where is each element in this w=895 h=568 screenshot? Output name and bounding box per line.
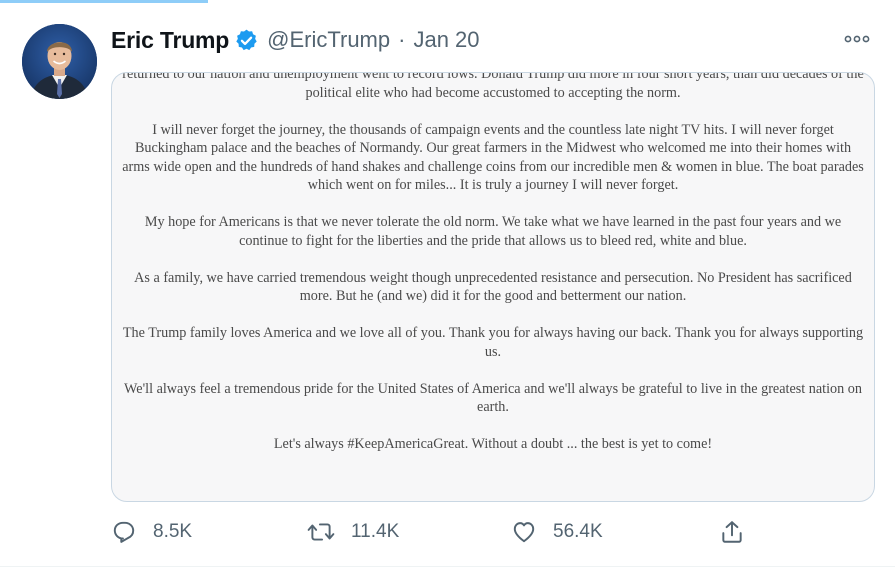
letter-paragraph: As a family, we have carried tremendous … [134,269,852,305]
tweet-header: Eric Trump @EricTrump · Jan 20 [111,24,480,56]
retweet-button[interactable]: 11.4K [307,512,399,552]
letter-paragraph: returned to our nation and unemployment … [122,72,864,101]
retweet-icon [307,523,335,541]
display-name[interactable]: Eric Trump [111,27,229,54]
tweet[interactable]: Eric Trump @EricTrump · Jan 20 returned … [0,0,895,568]
reply-icon [113,521,135,543]
share-icon [722,521,742,543]
reply-button[interactable]: 8.5K [111,512,192,552]
retweet-count: 11.4K [351,521,400,542]
like-button[interactable]: 56.4K [511,512,603,552]
reply-count: 8.5K [153,521,193,542]
tweet-image[interactable]: returned to our nation and unemployment … [111,72,875,502]
letter-paragraph: I will never forget the journey, the tho… [122,121,864,194]
tweet-divider [0,566,895,567]
tweet-actions: 8.5K 11.4K 56.4K [111,512,873,552]
like-count: 56.4K [553,521,603,542]
letter-paragraph: Let's always #KeepAmericaGreat. Without … [273,436,713,452]
tweet-page: Eric Trump @EricTrump · Jan 20 returned … [0,0,895,568]
letter-text: returned to our nation and unemployment … [122,73,864,472]
letter-paragraph: The Trump family loves America and we lo… [122,325,864,360]
more-options-button[interactable] [842,30,872,48]
avatar-image [22,24,97,99]
tweet-date[interactable]: Jan 20 [413,27,479,53]
header-separator: · [398,27,406,52]
letter-paragraph: We'll always feel a tremendous pride for… [124,380,862,416]
avatar[interactable] [22,24,97,99]
verified-badge-icon [234,28,259,53]
like-icon [513,522,535,543]
user-handle[interactable]: @EricTrump [267,27,390,53]
share-button[interactable] [719,512,745,552]
letter-paragraph: My hope for Americans is that we never t… [144,214,842,249]
more-icon [844,35,870,43]
